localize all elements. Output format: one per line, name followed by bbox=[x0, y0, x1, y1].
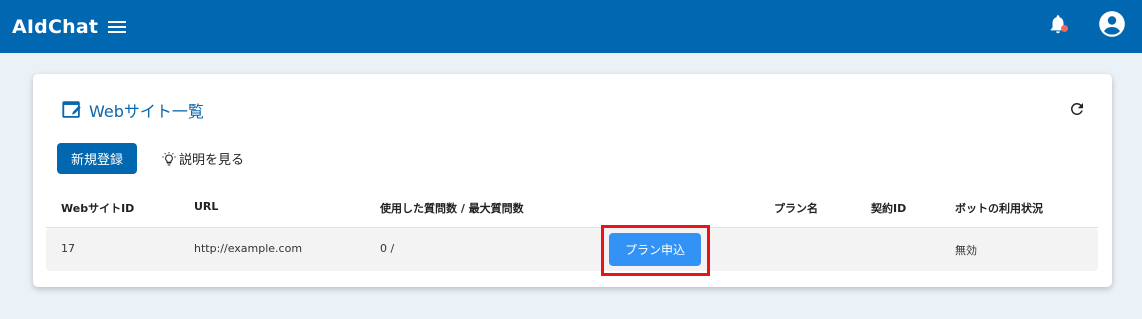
edit-window-icon bbox=[62, 101, 81, 118]
hamburger-menu-icon[interactable] bbox=[107, 19, 127, 35]
lightbulb-icon bbox=[162, 151, 176, 166]
column-header-plan-name: プラン名 bbox=[774, 202, 818, 215]
column-header-usage: 使用した質問数 / 最大質問数 bbox=[380, 202, 524, 215]
register-button[interactable]: 新規登録 bbox=[57, 143, 137, 174]
help-link-label: 説明を見る bbox=[179, 153, 245, 168]
website-list-card: Webサイト一覧 新規登録 説明を見る WebサイトID URL 使用した質問数… bbox=[33, 74, 1112, 287]
cell-usage: 0 / bbox=[380, 242, 395, 255]
help-link[interactable]: 説明を見る bbox=[161, 149, 244, 168]
plan-apply-button[interactable]: プラン申込 bbox=[609, 233, 701, 266]
column-header-url: URL bbox=[194, 200, 219, 213]
refresh-icon[interactable] bbox=[1068, 100, 1086, 118]
top-app-bar: AIdChat bbox=[0, 0, 1142, 53]
app-brand[interactable]: AIdChat bbox=[12, 16, 98, 38]
notification-dot bbox=[1061, 25, 1068, 32]
card-title-text: Webサイト一覧 bbox=[89, 102, 204, 121]
column-header-site-id: WebサイトID bbox=[61, 202, 135, 215]
account-circle-icon bbox=[1099, 11, 1125, 37]
account-button[interactable] bbox=[1098, 10, 1126, 38]
cell-url: http://example.com bbox=[194, 242, 303, 255]
notifications-button[interactable] bbox=[1047, 13, 1071, 37]
cell-site-id: 17 bbox=[61, 242, 75, 255]
column-header-contract-id: 契約ID bbox=[871, 202, 907, 215]
card-title: Webサイト一覧 bbox=[61, 98, 204, 122]
column-header-bot-status: ボットの利用状況 bbox=[955, 202, 1043, 215]
cell-bot-status: 無効 bbox=[955, 244, 977, 257]
